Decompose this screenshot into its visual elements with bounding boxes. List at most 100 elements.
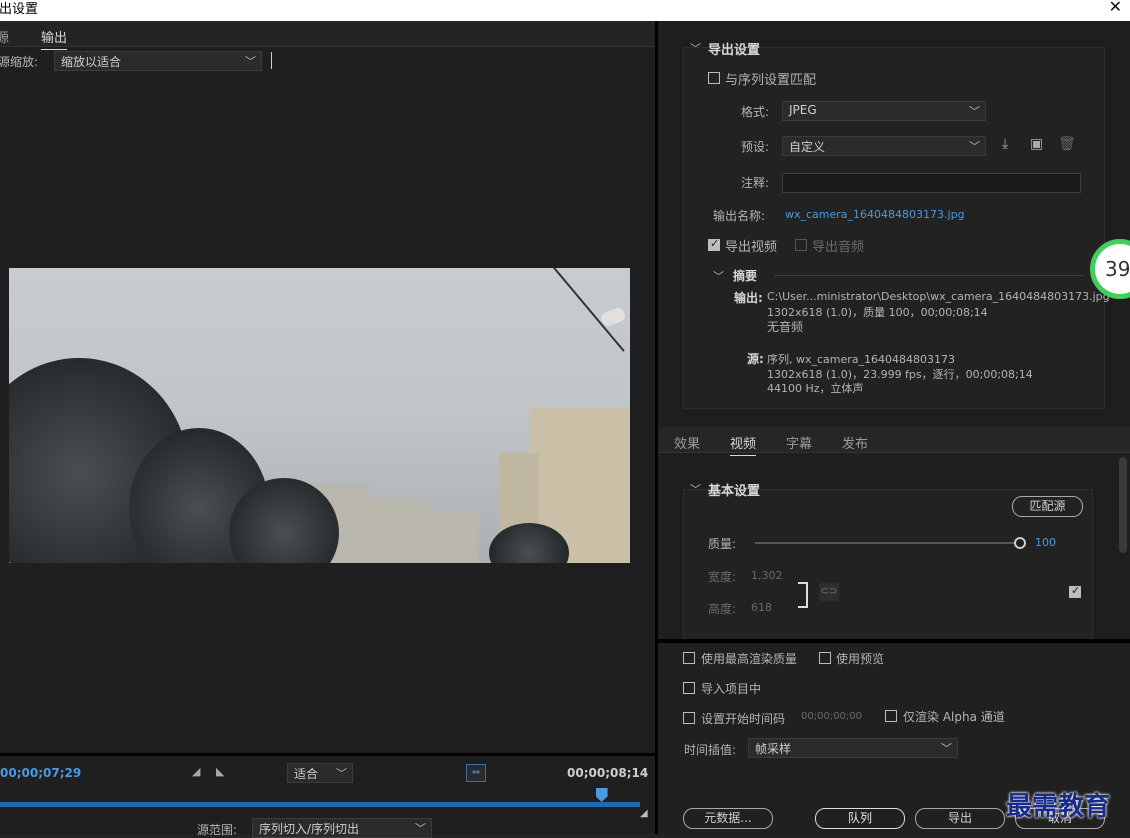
export-video-checkbox[interactable]: [708, 237, 720, 251]
mark-out-icon[interactable]: ◣: [216, 765, 224, 778]
height-label: 高度:: [708, 602, 737, 616]
match-source-button[interactable]: 匹配源: [1012, 496, 1083, 517]
comment-label: 注释:: [741, 176, 770, 190]
tab-output[interactable]: 输出: [41, 27, 68, 50]
building-far-2: [359, 498, 429, 563]
preset-select[interactable]: 自定义 ﹀: [782, 136, 986, 156]
summary-output-path: C:\User...ministrator\Desktop\wx_camera_…: [767, 290, 1110, 303]
chevron-down-icon: ﹀: [969, 140, 980, 153]
export-button[interactable]: 导出: [915, 808, 1005, 829]
close-icon[interactable]: ✕: [1109, 0, 1122, 16]
source-zoom-value: 缩放以适合: [61, 55, 122, 69]
format-label: 格式:: [741, 105, 770, 119]
end-marker-icon: ◢: [640, 808, 648, 819]
chevron-down-icon[interactable]: ﹀: [713, 268, 724, 284]
width-value: 1,302: [751, 569, 783, 582]
export-settings-panel: ﹀ 导出设置 与序列设置匹配 格式: JPEG ﹀ 预设: 自定义 ﹀ ⤓ ▣ …: [658, 21, 1130, 639]
match-sequence-label: 与序列设置匹配: [725, 73, 817, 88]
import-project-checkbox[interactable]: [683, 682, 695, 694]
scrollbar-thumb[interactable]: [1119, 457, 1127, 553]
use-preview-checkbox[interactable]: [819, 652, 831, 664]
summary-output-label: 输出:: [734, 291, 763, 305]
fit-select[interactable]: 适合 ﹀: [287, 763, 353, 783]
metadata-button[interactable]: 元数据...: [683, 808, 773, 829]
max-render-label: 使用最高渲染质量: [701, 652, 798, 666]
timeline-divider: [0, 753, 655, 756]
fit-zoom-icon[interactable]: ⇔: [466, 764, 486, 782]
preset-label: 预设:: [741, 140, 770, 154]
link-bracket: [798, 582, 808, 608]
format-value: JPEG: [789, 103, 817, 117]
interp-value: 帧采样: [755, 742, 792, 756]
start-tc-value: 00;00;00;00: [801, 711, 863, 722]
chevron-down-icon[interactable]: ﹀: [690, 40, 701, 56]
title-bar: 导出设置 ✕: [0, 0, 1130, 21]
mark-in-icon[interactable]: ◢: [192, 765, 200, 778]
summary-source-line1: 序列, wx_camera_1640484803173: [767, 353, 956, 366]
match-sequence-checkbox[interactable]: [708, 72, 720, 84]
import-preset-icon[interactable]: ▣: [1030, 136, 1043, 152]
timecode-current[interactable]: 00;00;07;29: [0, 766, 81, 780]
quality-value[interactable]: 100: [1035, 536, 1056, 549]
quality-slider-track[interactable]: [755, 542, 1020, 544]
tab-captions[interactable]: 字幕: [786, 433, 812, 452]
chevron-down-icon: ﹀: [941, 742, 952, 755]
summary-rule: [774, 275, 1084, 276]
source-zoom-select[interactable]: 缩放以适合 ﹀: [54, 51, 262, 71]
render-alpha-checkbox[interactable]: [885, 710, 897, 722]
height-value: 618: [751, 601, 772, 614]
quality-label: 质量:: [708, 537, 737, 551]
width-label: 宽度:: [708, 570, 737, 584]
render-alpha-label: 仅渲染 Alpha 通道: [903, 710, 1005, 724]
basic-settings-title: 基本设置: [708, 484, 761, 499]
source-range-select[interactable]: 序列切入/序列切出 ﹀: [252, 818, 432, 838]
output-name-label: 输出名称:: [713, 209, 766, 223]
set-start-tc-checkbox[interactable]: [683, 712, 695, 724]
import-project-label: 导入项目中: [701, 682, 762, 696]
interp-select[interactable]: 帧采样 ﹀: [748, 738, 958, 758]
tab-video[interactable]: 视频: [730, 433, 757, 456]
delete-preset-icon[interactable]: 🗑: [1058, 136, 1076, 152]
source-range-label: 源范围:: [197, 823, 238, 837]
summary-title: 摘要: [733, 269, 758, 283]
quality-slider-thumb[interactable]: [1014, 537, 1026, 549]
chevron-down-icon: ﹀: [245, 55, 256, 68]
export-settings-title: 导出设置: [708, 43, 761, 58]
format-select[interactable]: JPEG ﹀: [782, 101, 986, 121]
watermark-logo: 最需教育: [1006, 792, 1111, 822]
timeline-bar[interactable]: [0, 802, 640, 807]
save-preset-icon[interactable]: ⤓: [1002, 136, 1008, 152]
playhead[interactable]: [595, 788, 608, 802]
text-cursor: [271, 52, 272, 69]
building-far-3: [429, 513, 479, 563]
chevron-down-icon: ﹀: [336, 767, 347, 780]
preview-image: [9, 268, 630, 563]
output-name-link[interactable]: wx_camera_1640484803173.jpg: [785, 208, 965, 221]
settings-tabs: 效果 视频 字幕 发布: [658, 427, 1130, 456]
summary-source-label: 源:: [747, 352, 764, 366]
tab-publish[interactable]: 发布: [842, 433, 868, 452]
lamp: [599, 306, 627, 328]
left-preview-panel: 源 输出 源缩放: 缩放以适合 ﹀ 00;00;07;29 ◢ ◣ 适合 ﹀ ⇔…: [0, 21, 655, 838]
tab-source[interactable]: 源: [0, 27, 9, 46]
max-render-checkbox[interactable]: [683, 652, 695, 664]
fit-value: 适合: [294, 767, 319, 781]
queue-button[interactable]: 队列: [815, 808, 905, 829]
summary-output-line3: 无音频: [767, 320, 804, 334]
window-title: 导出设置: [0, 2, 39, 17]
export-audio-label: 导出音频: [812, 240, 865, 255]
interp-label: 时间插值:: [684, 743, 737, 757]
chevron-down-icon[interactable]: ﹀: [690, 481, 701, 497]
export-audio-checkbox[interactable]: [795, 239, 807, 251]
preview-tabs: 源 输出: [0, 21, 655, 50]
chevron-down-icon: ﹀: [969, 105, 980, 118]
aspect-lock-checkbox[interactable]: [1069, 584, 1081, 598]
preset-value: 自定义: [789, 140, 826, 154]
link-icon[interactable]: ⊂⊃: [819, 583, 839, 601]
tab-effects[interactable]: 效果: [674, 433, 700, 452]
comment-input[interactable]: [782, 173, 1081, 193]
timecode-end: 00;00;08;14: [567, 766, 649, 780]
summary-source-line3: 44100 Hz，立体声: [767, 382, 864, 395]
export-video-label: 导出视频: [725, 240, 778, 255]
use-preview-label: 使用预览: [836, 652, 885, 666]
